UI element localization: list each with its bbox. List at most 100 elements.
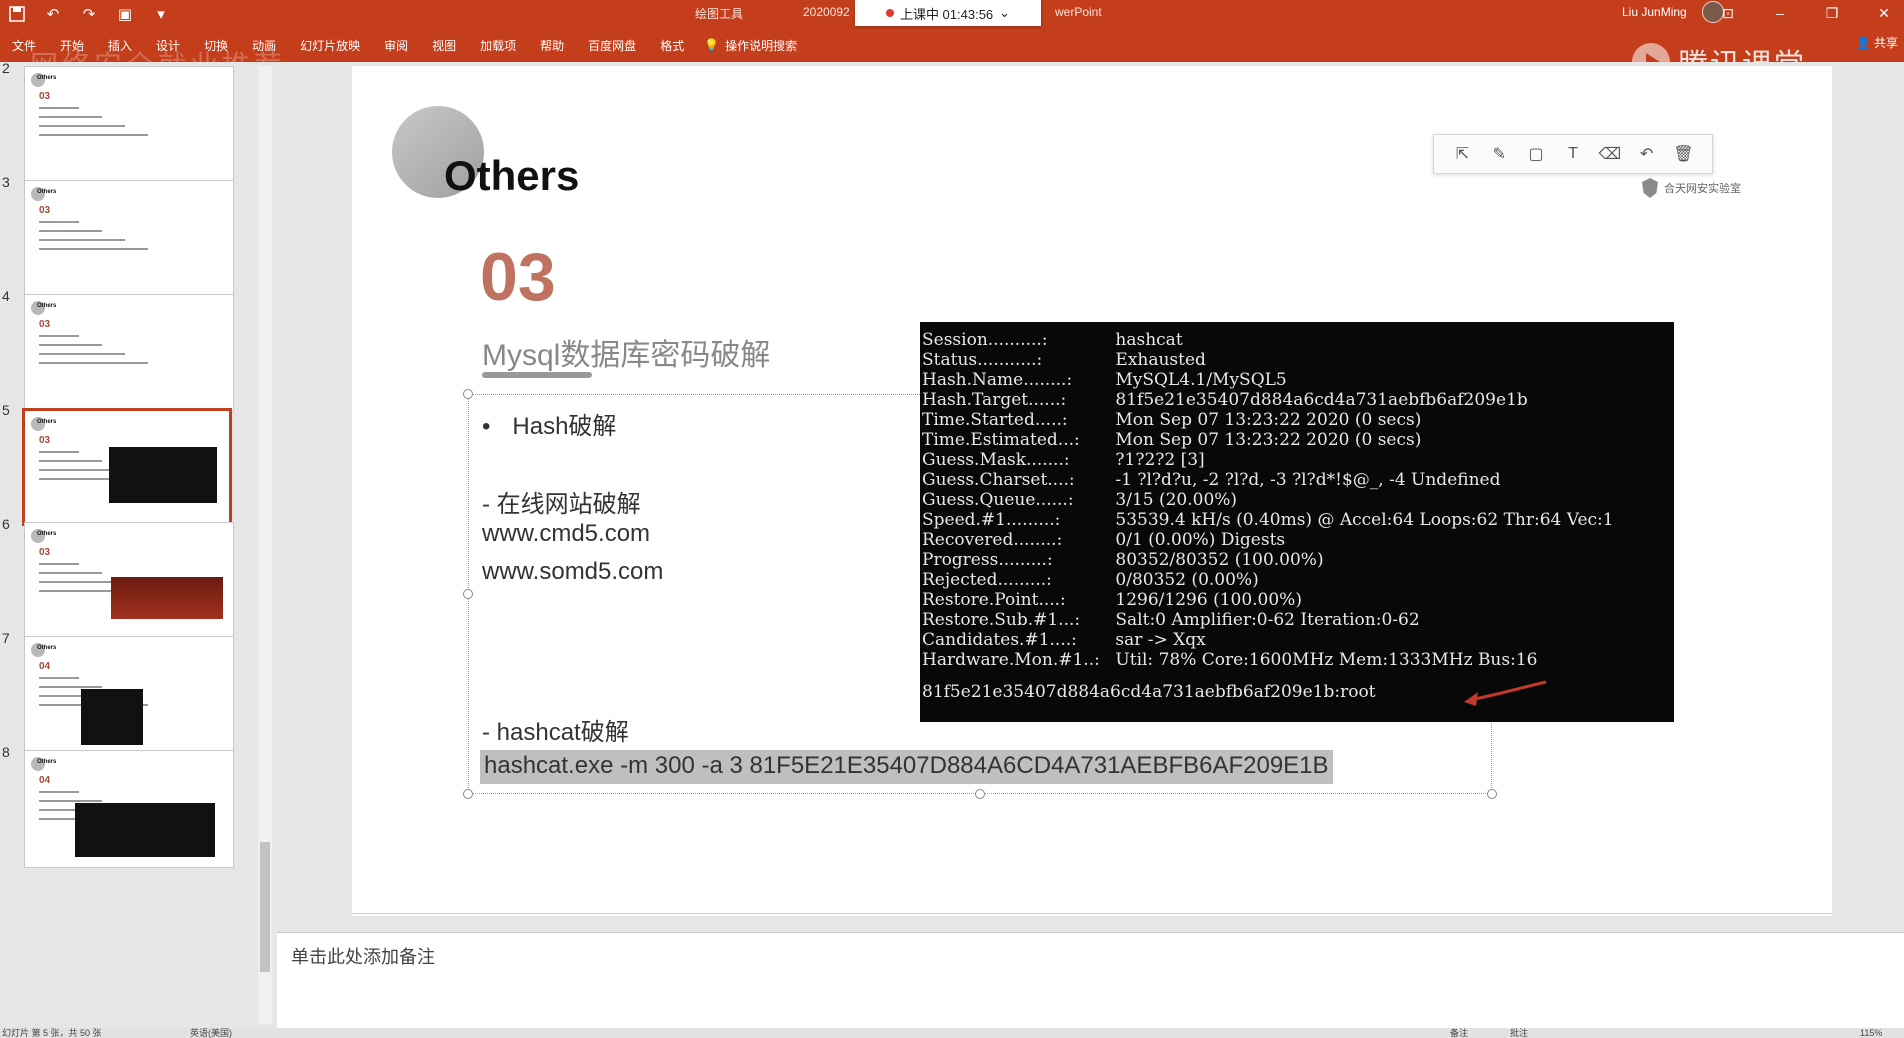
slide-canvas[interactable]: Others 合天网安实验室 03 Mysql数据库密码破解 • Hash破解 -… bbox=[352, 66, 1832, 916]
terminal-line: Time.Started.....: Mon Sep 07 13:23:22 2… bbox=[922, 410, 1674, 430]
slide-editor: Others 合天网安实验室 03 Mysql数据库密码破解 • Hash破解 -… bbox=[277, 62, 1904, 932]
terminal-value: Util: 78% Core:1600MHz Mem:1333MHz Bus:1… bbox=[1110, 650, 1538, 670]
present-icon[interactable]: ▣ bbox=[114, 3, 136, 25]
slide-thumbnail[interactable]: Others 03 bbox=[24, 294, 234, 412]
slide-counter: 幻灯片 第 5 张，共 50 张 bbox=[2, 1028, 102, 1038]
thumbnail-scrollbar[interactable] bbox=[258, 66, 272, 1024]
person-icon: 👤 bbox=[1855, 36, 1871, 50]
notes-pane[interactable]: 单击此处添加备注 bbox=[277, 932, 1904, 1028]
thumbnail-section: 03 bbox=[39, 205, 51, 216]
slide-thumbnail[interactable]: Others 03 bbox=[24, 522, 234, 640]
slide-thumbnail[interactable]: Others 03 bbox=[24, 180, 234, 298]
ribbon-tab[interactable]: 视图 bbox=[420, 37, 468, 54]
terminal-key: Hardware.Mon.#1..: bbox=[922, 650, 1100, 670]
thumbnail-text-line bbox=[39, 125, 125, 127]
thumbnail-text-line bbox=[39, 230, 102, 232]
resize-handle[interactable] bbox=[463, 589, 473, 599]
user-name[interactable]: Liu JunMing bbox=[1622, 5, 1687, 19]
thumbnail-text-line bbox=[39, 344, 102, 346]
select-arrow-icon[interactable]: ⇱ bbox=[1450, 144, 1474, 164]
section-title[interactable]: Mysql数据库密码破解 bbox=[482, 330, 770, 374]
slide-thumbnail[interactable]: Others 04 bbox=[24, 636, 234, 754]
url-cmd5[interactable]: www.cmd5.com bbox=[482, 520, 650, 548]
ribbon-tab[interactable]: 帮助 bbox=[528, 37, 576, 54]
thumbnail-text-line bbox=[39, 353, 125, 355]
ribbon-tab[interactable]: 幻灯片放映 bbox=[288, 37, 372, 54]
thumbnail-title: Others bbox=[37, 645, 57, 651]
rectangle-icon[interactable]: ▢ bbox=[1524, 144, 1548, 164]
slide-thumbnail[interactable]: Others 03 bbox=[22, 408, 232, 526]
undo-icon[interactable]: ↶ bbox=[1635, 144, 1659, 164]
terminal-line: Hash.Target......: 81f5e21e35407d884a6cd… bbox=[922, 390, 1674, 410]
slide-title[interactable]: Others bbox=[444, 152, 579, 200]
terminal-line: Restore.Point....: 1296/1296 (100.00%) bbox=[922, 590, 1674, 610]
ribbon-display-icon[interactable]: ⊡ bbox=[1716, 5, 1740, 22]
close-icon[interactable]: ✕ bbox=[1872, 5, 1896, 22]
slide-bottom-edge bbox=[352, 913, 1832, 914]
resize-handle[interactable] bbox=[463, 389, 473, 399]
terminal-value: Salt:0 Amplifier:0-62 Iteration:0-62 bbox=[1110, 610, 1420, 630]
thumbnail-text-line bbox=[39, 686, 102, 688]
resize-handle[interactable] bbox=[975, 789, 985, 799]
online-crack-header: - 在线网站破解 bbox=[482, 491, 641, 518]
terminal-key: Session..........: bbox=[922, 330, 1048, 350]
thumbnail-text-line bbox=[39, 239, 125, 241]
ribbon-tab[interactable]: 格式 bbox=[648, 37, 696, 54]
resize-handle[interactable] bbox=[1487, 789, 1497, 799]
share-button[interactable]: 👤 共享 bbox=[1856, 34, 1898, 51]
document-title: 2020092 bbox=[803, 5, 850, 19]
thumbnail-text-line bbox=[39, 800, 102, 802]
terminal-line: Guess.Charset....: -1 ?l?d?u, -2 ?l?d, -… bbox=[922, 470, 1674, 490]
thumbnail-text-line bbox=[39, 563, 79, 565]
thumbnail-number: 8 bbox=[2, 744, 10, 760]
thumbnail-number: 5 bbox=[2, 402, 10, 418]
restore-icon[interactable]: ❐ bbox=[1820, 5, 1844, 22]
customize-qat-icon[interactable]: ▾ bbox=[150, 3, 172, 25]
tell-me-search[interactable]: 💡 操作说明搜索 bbox=[696, 37, 797, 54]
url-somd5[interactable]: www.somd5.com bbox=[482, 558, 663, 586]
terminal-key: Time.Started.....: bbox=[922, 410, 1068, 430]
text-icon[interactable]: T bbox=[1561, 145, 1585, 163]
undo-icon[interactable]: ↶ bbox=[42, 3, 64, 25]
thumbnail-text-line bbox=[39, 134, 148, 136]
save-icon[interactable] bbox=[6, 3, 28, 25]
hashcat-command[interactable]: hashcat.exe -m 300 -a 3 81F5E21E35407D88… bbox=[480, 750, 1333, 784]
eraser-icon[interactable]: ⌫ bbox=[1598, 144, 1622, 164]
ribbon-tab[interactable]: 审阅 bbox=[372, 37, 420, 54]
notes-toggle[interactable]: 备注 bbox=[1450, 1028, 1468, 1038]
terminal-value: 53539.4 kH/s (0.40ms) @ Accel:64 Loops:6… bbox=[1110, 510, 1614, 530]
section-number[interactable]: 03 bbox=[480, 238, 556, 316]
thumbnail-title: Others bbox=[37, 303, 57, 309]
resize-handle[interactable] bbox=[463, 789, 473, 799]
terminal-key: Guess.Mask.......: bbox=[922, 450, 1070, 470]
thumbnail-title: Others bbox=[37, 531, 57, 537]
terminal-key: Candidates.#1....: bbox=[922, 630, 1077, 650]
terminal-value: 81f5e21e35407d884a6cd4a731aebfb6af209e1b bbox=[1110, 390, 1528, 410]
language-indicator[interactable]: 英语(美国) bbox=[190, 1028, 232, 1038]
minimize-icon[interactable]: – bbox=[1768, 5, 1792, 21]
terminal-value: 0/80352 (0.00%) bbox=[1110, 570, 1259, 590]
scrollbar-thumb[interactable] bbox=[260, 842, 270, 972]
thumbnail-image bbox=[75, 803, 215, 857]
terminal-key: Guess.Charset....: bbox=[922, 470, 1075, 490]
redo-icon[interactable]: ↷ bbox=[78, 3, 100, 25]
slide-thumbnail[interactable]: Others 04 bbox=[24, 750, 234, 868]
slide-thumbnail[interactable]: Others 03 bbox=[24, 66, 234, 184]
terminal-screenshot[interactable]: Session..........: hashcat Status........… bbox=[920, 322, 1674, 722]
thumbnail-image bbox=[111, 577, 223, 619]
terminal-value: 1296/1296 (100.00%) bbox=[1110, 590, 1302, 610]
terminal-key: Restore.Sub.#1...: bbox=[922, 610, 1081, 630]
thumbnail-image bbox=[81, 689, 143, 745]
terminal-key: Progress.........: bbox=[922, 550, 1053, 570]
comments-toggle[interactable]: 批注 bbox=[1510, 1028, 1528, 1038]
thumbnail-title: Others bbox=[37, 419, 57, 425]
trash-icon[interactable]: 🗑 bbox=[1671, 144, 1695, 164]
zoom-level[interactable]: 115% bbox=[1860, 1028, 1882, 1038]
terminal-value: hashcat bbox=[1110, 330, 1183, 350]
pen-icon[interactable]: ✎ bbox=[1487, 144, 1511, 164]
terminal-line: Time.Estimated...: Mon Sep 07 13:23:22 2… bbox=[922, 430, 1674, 450]
notes-placeholder[interactable]: 单击此处添加备注 bbox=[291, 943, 435, 969]
live-class-badge[interactable]: 上课中 01:43:56 ⌄ bbox=[855, 0, 1041, 26]
ribbon-tab[interactable]: 加载项 bbox=[468, 37, 528, 54]
ribbon-tab[interactable]: 百度网盘 bbox=[576, 37, 648, 54]
